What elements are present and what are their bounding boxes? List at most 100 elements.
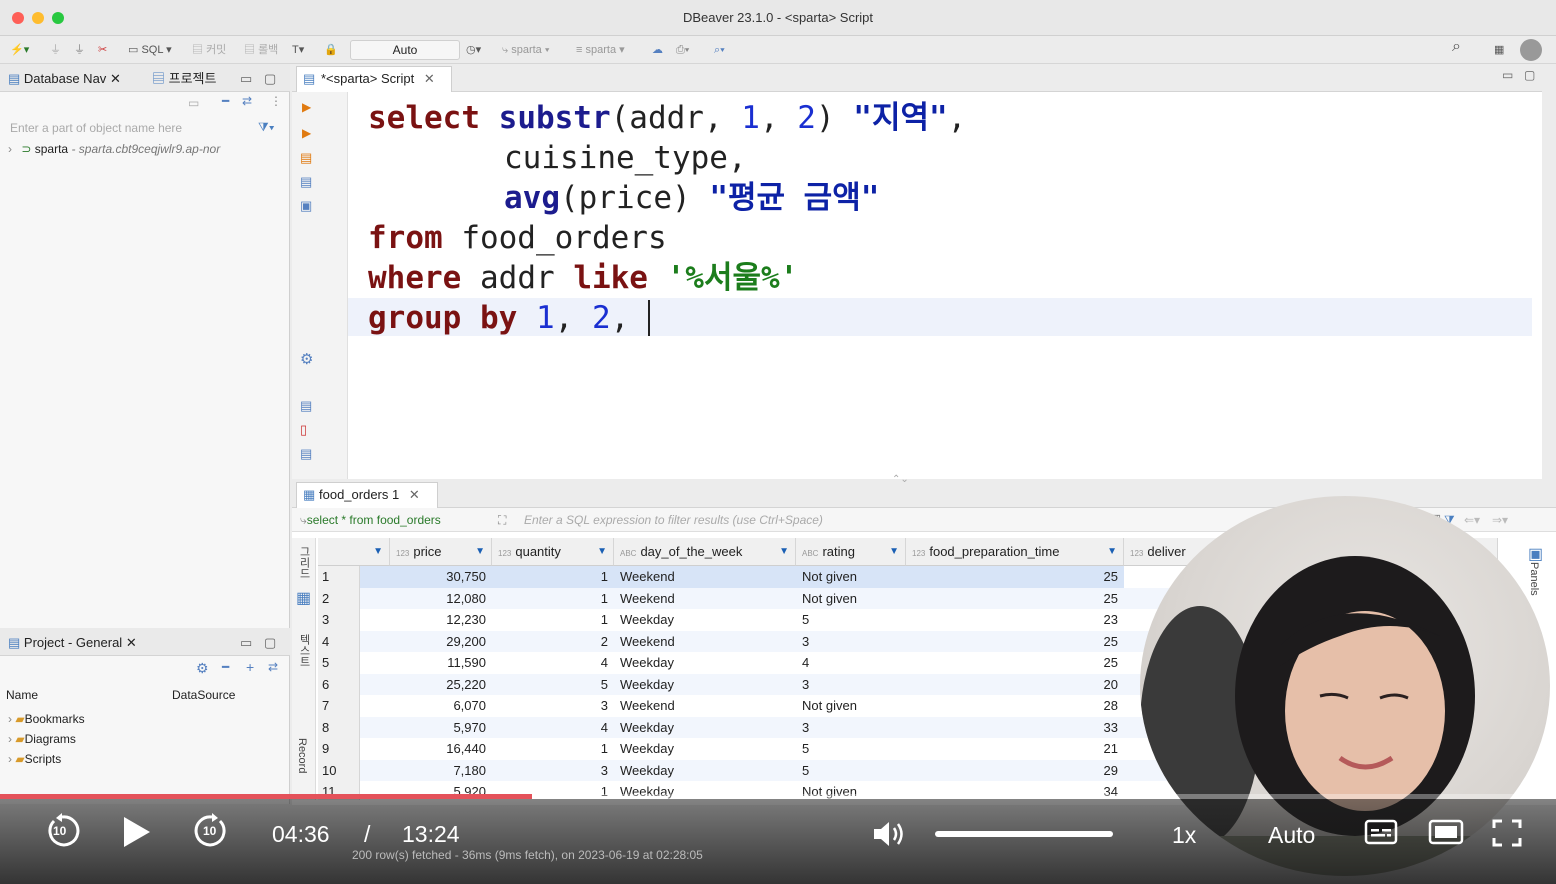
- column-header-name[interactable]: Name: [6, 688, 38, 702]
- chevron-right-icon[interactable]: ›: [8, 142, 12, 156]
- column-header-rating[interactable]: ABC rating ▼: [796, 538, 906, 566]
- playback-speed-button[interactable]: 1x: [1172, 822, 1196, 849]
- table-cell[interactable]: 20: [906, 674, 1124, 696]
- sort-arrow-icon[interactable]: ▼: [889, 538, 899, 565]
- column-header-datasource[interactable]: DataSource: [172, 688, 235, 702]
- perspective-icon[interactable]: ▦: [1494, 42, 1504, 58]
- panels-icon[interactable]: ▣: [1528, 544, 1543, 564]
- row-number[interactable]: 6: [318, 673, 360, 695]
- maximize-icon[interactable]: ▢: [1524, 68, 1535, 82]
- column-header-food-preparation-time[interactable]: 123 food_preparation_time ▼: [906, 538, 1124, 566]
- table-cell[interactable]: 3: [796, 631, 906, 653]
- table-cell[interactable]: Weekday: [614, 760, 796, 782]
- tab-food-orders-result[interactable]: ▦ food_orders 1 ✕: [296, 482, 438, 508]
- table-cell[interactable]: 1: [492, 738, 614, 760]
- tree-item-bookmarks[interactable]: › ▰Bookmarks: [8, 712, 85, 726]
- row-number[interactable]: 5: [318, 652, 360, 674]
- search-icon[interactable]: ⌕▾: [714, 42, 725, 58]
- table-cell[interactable]: [360, 674, 390, 696]
- transaction-mode-icon[interactable]: T▾: [292, 42, 304, 58]
- rewind-10-button[interactable]: 10: [44, 813, 80, 849]
- table-cell[interactable]: 5: [796, 609, 906, 631]
- table-cell[interactable]: [360, 695, 390, 717]
- active-datasource-selector[interactable]: ⤷ sparta ▾: [502, 42, 549, 58]
- sort-arrow-icon[interactable]: ▼: [373, 538, 383, 565]
- tree-item-sparta-connection[interactable]: › ⊃ sparta - sparta.cbt9ceqjwlr9.ap-nor: [8, 142, 220, 156]
- filter-expression-input[interactable]: Enter a SQL expression to filter results…: [524, 508, 823, 532]
- sort-arrow-icon[interactable]: ▼: [475, 538, 485, 565]
- table-cell[interactable]: 23: [906, 609, 1124, 631]
- minimize-icon[interactable]: ▭: [240, 634, 252, 652]
- file-icon[interactable]: ▯: [300, 422, 307, 438]
- table-cell[interactable]: 25,220: [390, 674, 492, 696]
- table-cell[interactable]: Weekday: [614, 717, 796, 739]
- execute-statement-icon[interactable]: ▶: [302, 100, 311, 114]
- table-cell[interactable]: 5,970: [390, 717, 492, 739]
- table-cell[interactable]: 1: [492, 609, 614, 631]
- execute-in-new-tab-icon[interactable]: ▶: [302, 126, 311, 140]
- settings-icon[interactable]: ⚙: [196, 660, 209, 677]
- grid-view-tab[interactable]: 그리드: [296, 546, 312, 579]
- sql-code[interactable]: select substr(addr, 1, 2) "지역", cuisine_t…: [368, 98, 966, 338]
- new-connection-icon[interactable]: ⚡▾: [10, 42, 29, 58]
- table-cell[interactable]: 2: [492, 631, 614, 653]
- table-cell[interactable]: Not given: [796, 588, 906, 610]
- table-cell[interactable]: Weekday: [614, 738, 796, 760]
- resize-handle[interactable]: ⌃⌄: [892, 474, 909, 485]
- table-cell[interactable]: [360, 566, 390, 588]
- table-cell[interactable]: Weekend: [614, 631, 796, 653]
- table-cell[interactable]: [360, 631, 390, 653]
- table-cell[interactable]: [360, 609, 390, 631]
- play-button[interactable]: [122, 815, 152, 854]
- table-cell[interactable]: Weekend: [614, 695, 796, 717]
- table-cell[interactable]: 30,750: [390, 566, 492, 588]
- row-number[interactable]: 1: [318, 566, 360, 588]
- table-cell[interactable]: Weekend: [614, 566, 796, 588]
- commit-button[interactable]: ▤ 커밋: [192, 42, 226, 58]
- chevron-right-icon[interactable]: ›: [8, 752, 12, 766]
- captions-button[interactable]: [1364, 819, 1398, 850]
- table-cell[interactable]: 29: [906, 760, 1124, 782]
- rollback-button[interactable]: ▤ 롤백: [244, 42, 278, 58]
- table-cell[interactable]: 5: [796, 738, 906, 760]
- expand-icon[interactable]: ⛶: [498, 508, 506, 532]
- format-icon[interactable]: ▤: [300, 446, 312, 462]
- transaction-mode-select[interactable]: Auto: [350, 40, 460, 60]
- forward-10-button[interactable]: 10: [194, 813, 230, 849]
- table-cell[interactable]: Not given: [796, 695, 906, 717]
- table-cell[interactable]: [360, 717, 390, 739]
- table-cell[interactable]: 33: [906, 717, 1124, 739]
- table-cell[interactable]: 3: [492, 760, 614, 782]
- add-icon[interactable]: +: [246, 659, 254, 675]
- record-view-tab[interactable]: Record: [296, 738, 308, 773]
- table-cell[interactable]: 16,440: [390, 738, 492, 760]
- fullscreen-button[interactable]: [1492, 819, 1522, 852]
- query-label[interactable]: ⤷select * from food_orders: [300, 508, 441, 532]
- collapse-all-icon[interactable]: ━: [222, 94, 229, 108]
- table-cell[interactable]: 25: [906, 566, 1124, 588]
- terminal-icon[interactable]: ▣: [300, 198, 312, 214]
- table-cell[interactable]: 5: [796, 760, 906, 782]
- table-cell[interactable]: 25: [906, 652, 1124, 674]
- table-cell[interactable]: Weekend: [614, 588, 796, 610]
- sql-editor-button[interactable]: ▭ SQL ▾: [128, 42, 172, 58]
- table-cell[interactable]: Weekday: [614, 609, 796, 631]
- object-search-input[interactable]: Enter a part of object name here: [10, 118, 250, 138]
- theater-mode-button[interactable]: [1428, 819, 1464, 850]
- filter-icon[interactable]: ⧩▾: [258, 120, 275, 135]
- table-cell[interactable]: [360, 760, 390, 782]
- table-cell[interactable]: 3: [492, 695, 614, 717]
- table-cell[interactable]: 4: [796, 652, 906, 674]
- grid-icon[interactable]: ▦: [296, 588, 311, 608]
- close-icon[interactable]: ✕: [110, 71, 121, 86]
- table-cell[interactable]: 1: [492, 588, 614, 610]
- table-cell[interactable]: 6,070: [390, 695, 492, 717]
- new-folder-icon[interactable]: ▭: [188, 96, 199, 110]
- print-icon[interactable]: ⎙▾: [676, 42, 689, 58]
- export-icon[interactable]: ▤: [300, 398, 312, 414]
- quality-button[interactable]: Auto: [1268, 822, 1315, 849]
- table-cell[interactable]: 3: [796, 674, 906, 696]
- sort-arrow-icon[interactable]: ▼: [779, 538, 789, 565]
- close-icon[interactable]: ✕: [126, 635, 137, 650]
- sort-arrow-icon[interactable]: ▼: [597, 538, 607, 565]
